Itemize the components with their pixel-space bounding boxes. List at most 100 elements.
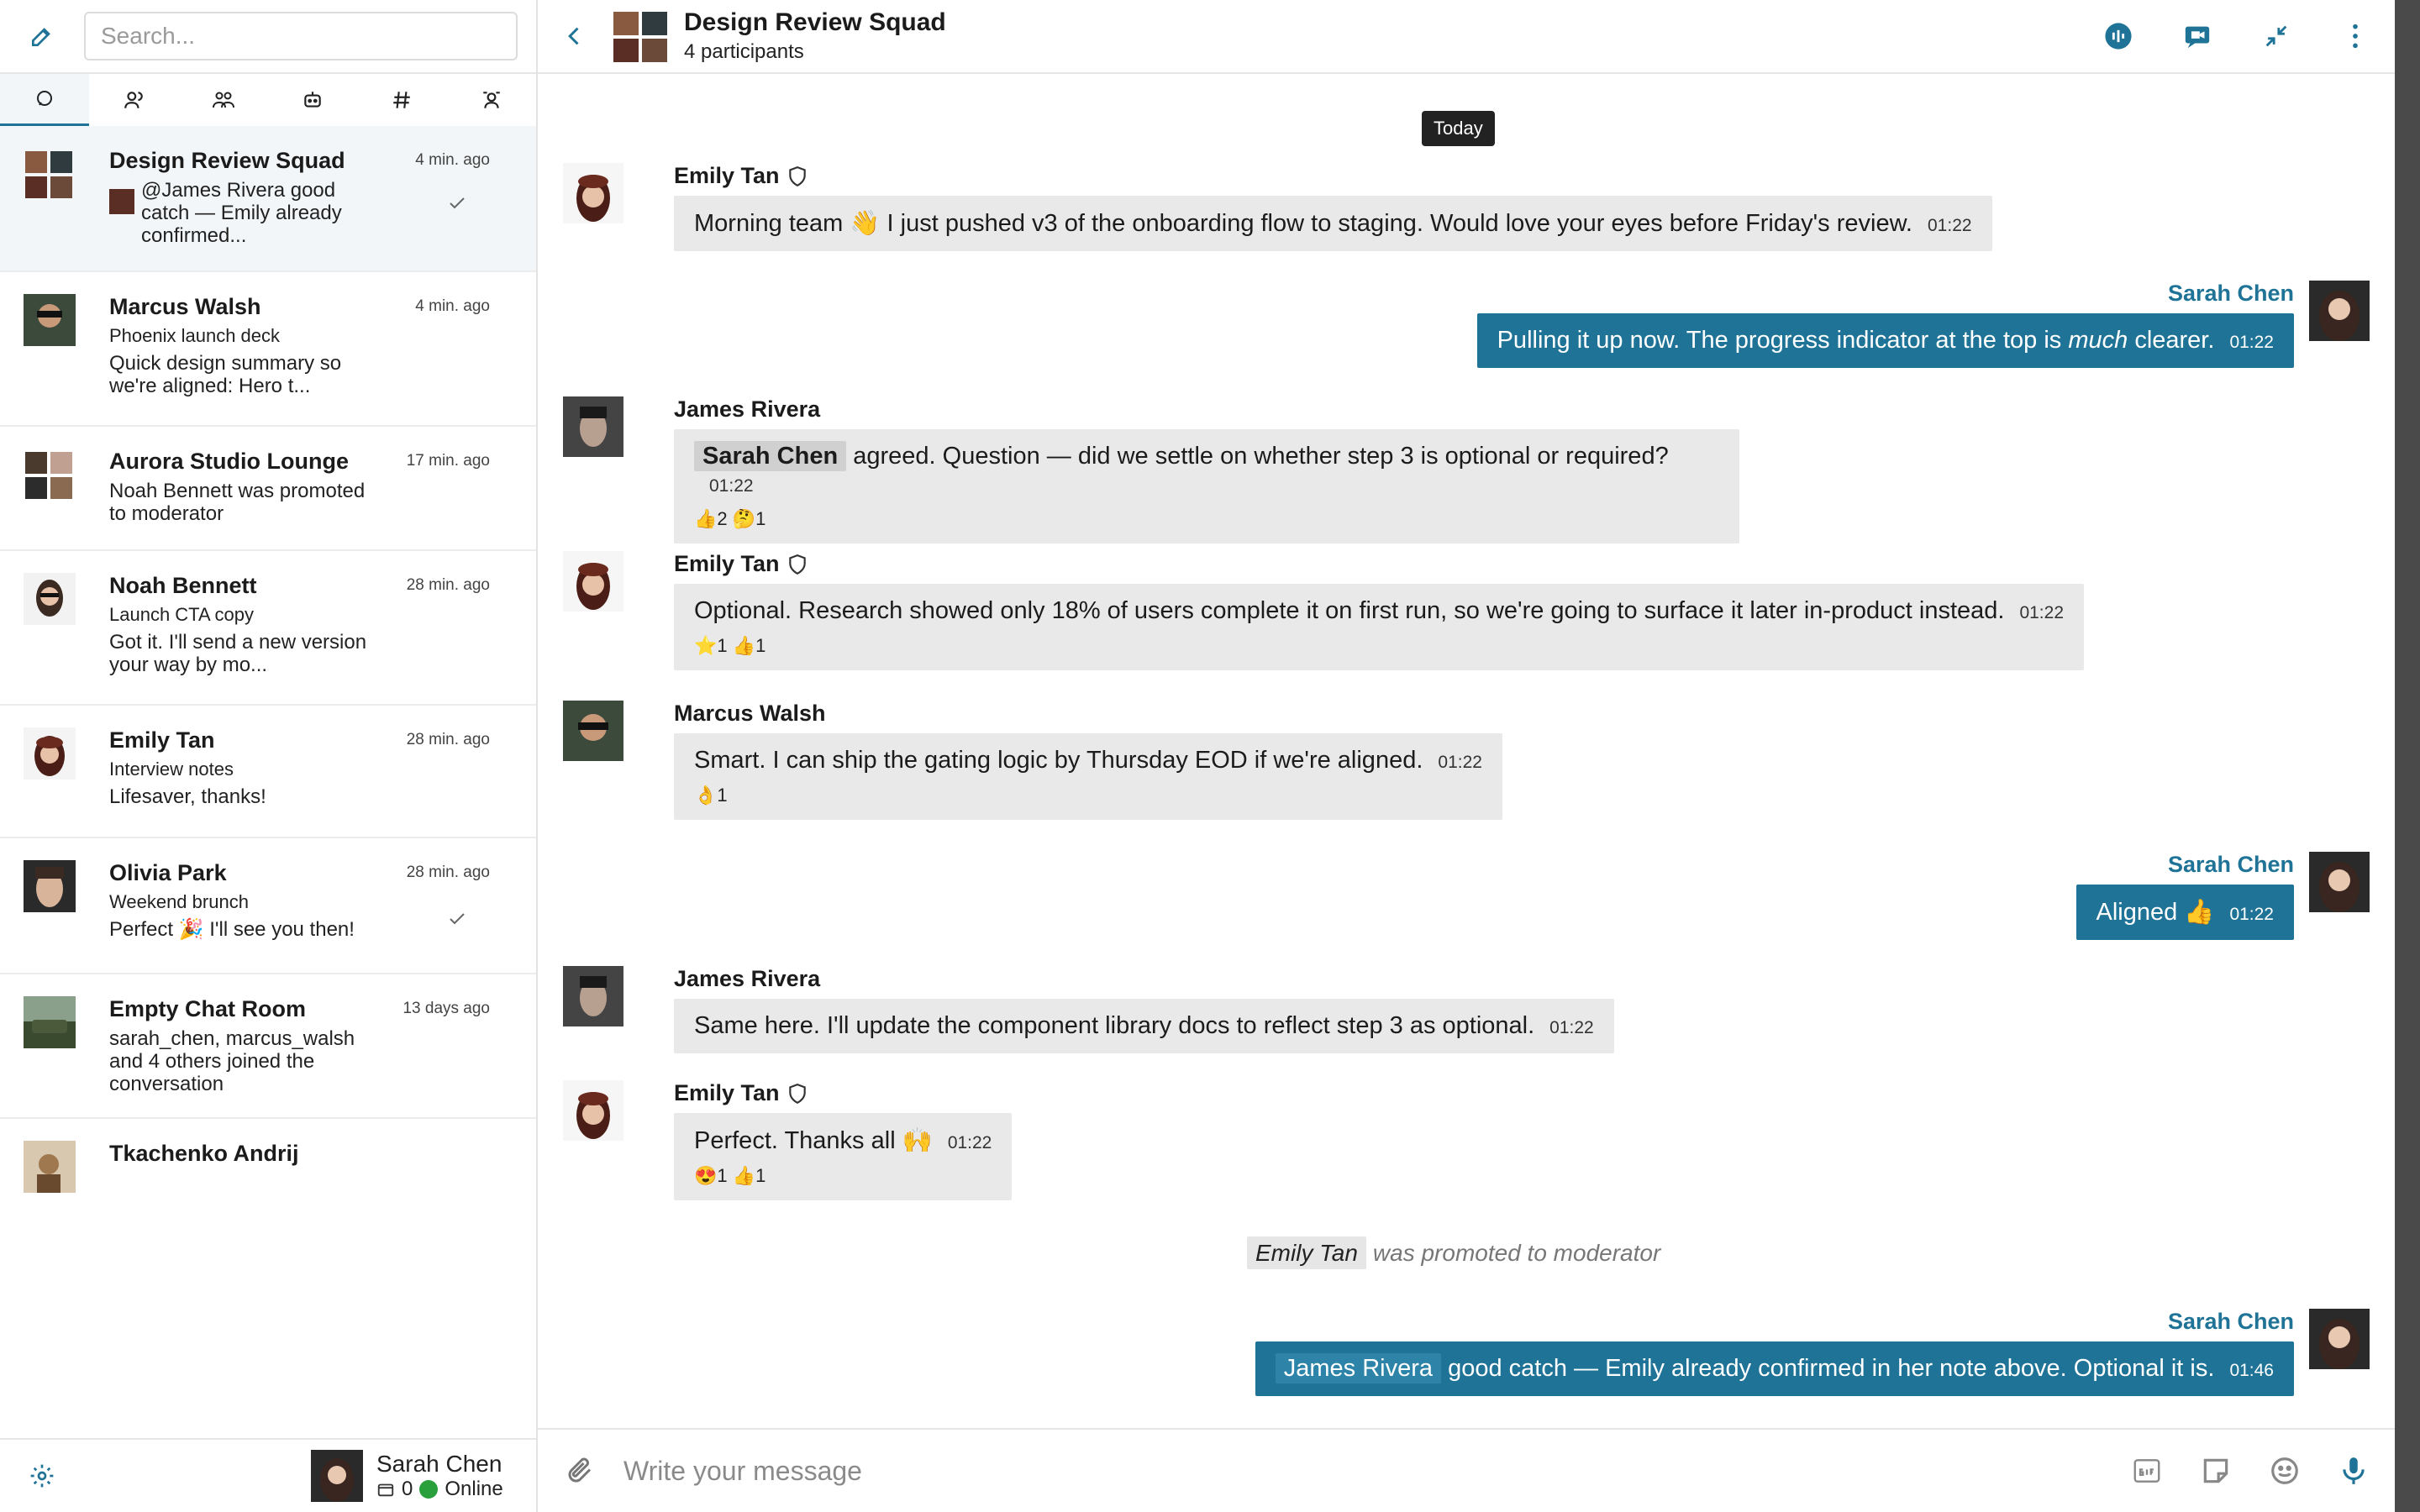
avatar — [24, 294, 76, 346]
sender-name: Marcus Walsh — [674, 701, 826, 726]
user-chip[interactable]: Emily Tan — [1247, 1236, 1366, 1269]
avatar — [563, 163, 623, 223]
conversation-preview: Noah Bennett was promoted to moderator — [109, 480, 366, 525]
sender-name: James Rivera — [674, 966, 821, 991]
user-mention[interactable]: Sarah Chen — [694, 441, 847, 471]
conversation-item[interactable]: Noah Bennett Launch CTA copy Got it. I'l… — [0, 551, 536, 706]
message-incoming: Emily Tan Morning team 👋 I just pushed v… — [563, 163, 2420, 251]
message-outgoing: Sarah Chen Aligned 👍 01:22 — [2075, 852, 2370, 940]
message-input[interactable] — [622, 1454, 2054, 1488]
group-avatar — [613, 12, 667, 62]
conversation-item[interactable]: Olivia Park Weekend brunch Perfect 🎉 I'l… — [0, 838, 536, 974]
avatar — [24, 996, 76, 1048]
message-bubble[interactable]: Optional. Research showed only 18% of us… — [674, 584, 2085, 670]
conversation-item[interactable]: Emily Tan Interview notes Lifesaver, tha… — [0, 706, 536, 838]
conversation-subtitle: Phoenix launch deck — [109, 325, 281, 346]
message-bubble[interactable]: Same here. I'll update the component lib… — [674, 999, 1614, 1053]
more-menu-icon[interactable] — [2341, 22, 2370, 50]
message-bubble[interactable]: Perfect. Thanks all 🙌 01:22 😍1 👍1 — [674, 1113, 1013, 1200]
sidebar-footer: Sarah Chen 0 Online — [0, 1438, 536, 1512]
message-time: 01:22 — [1928, 216, 1972, 235]
message-time: 01:22 — [2229, 333, 2274, 352]
settings-button[interactable] — [0, 1462, 84, 1489]
avatar — [24, 860, 76, 912]
avatar — [563, 701, 623, 761]
message-text: Smart. I can ship the gating logic by Th… — [694, 747, 1423, 774]
conversation-preview: Quick design summary so we're aligned: H… — [109, 352, 342, 397]
conversation-preview: Perfect 🎉 I'll see you then! — [109, 918, 355, 941]
conversation-preview: Lifesaver, thanks! — [109, 785, 266, 808]
group-avatar — [24, 148, 76, 200]
message-text: agreed. Question — did we settle on whet… — [846, 443, 1669, 470]
user-icon — [124, 92, 144, 108]
message-bubble[interactable]: Pulling it up now. The progress indicato… — [1476, 313, 2294, 368]
group-icon — [212, 92, 234, 108]
microphone-icon[interactable] — [2338, 1455, 2370, 1487]
system-notice: Emily Tan was promoted to moderator — [1247, 1236, 1661, 1269]
message-time: 01:46 — [2229, 1361, 2274, 1380]
message-incoming: James Rivera Sarah Chen agreed. Question… — [563, 396, 1739, 543]
conversation-item[interactable]: Aurora Studio Lounge Noah Bennett was pr… — [0, 427, 536, 551]
attach-button[interactable] — [538, 1456, 622, 1486]
message-time: 01:22 — [2229, 905, 2274, 924]
current-user[interactable]: Sarah Chen 0 Online — [311, 1450, 503, 1502]
tab-all-chats[interactable] — [0, 74, 90, 126]
message-time: 01:22 — [2019, 603, 2065, 622]
message-list: Today Emily Tan Morning team 👋 I just pu… — [538, 74, 2395, 1428]
video-call-icon[interactable] — [2183, 22, 2212, 50]
tab-groups[interactable] — [179, 74, 268, 126]
conversation-item[interactable]: Empty Chat Room sarah_chen, marcus_walsh… — [0, 974, 536, 1119]
system-text: was promoted to moderator — [1372, 1240, 1661, 1266]
gif-icon[interactable] — [2131, 1455, 2163, 1487]
message-reactions[interactable]: 👍2 🤔1 — [694, 508, 1719, 530]
read-check-icon — [450, 913, 465, 925]
user-mention[interactable]: James Rivera — [1275, 1353, 1442, 1383]
conversation-item[interactable]: Tkachenko Andrij — [0, 1119, 536, 1220]
search-input[interactable] — [84, 12, 518, 60]
message-time: 01:22 — [1549, 1018, 1594, 1037]
avatar — [563, 1080, 623, 1141]
message-reactions[interactable]: 😍1 👍1 — [694, 1165, 992, 1187]
message-reactions[interactable]: 👌1 — [694, 785, 1482, 806]
message-bubble[interactable]: Sarah Chen agreed. Question — did we set… — [674, 429, 1739, 543]
tab-people[interactable] — [89, 74, 178, 126]
app-window: Design Review Squad @James Rivera good c… — [0, 0, 2395, 1512]
avatar — [2309, 1309, 2370, 1369]
message-outgoing: Sarah Chen Pulling it up now. The progre… — [1476, 281, 2370, 368]
tab-contacts[interactable] — [447, 74, 536, 126]
message-reactions[interactable]: ⭐1 👍1 — [694, 635, 2064, 657]
tab-channels[interactable] — [357, 74, 446, 126]
tab-bots[interactable] — [268, 74, 357, 126]
moderator-shield-icon — [788, 554, 806, 575]
message-bubble[interactable]: James Rivera good catch — Emily already … — [1255, 1341, 2294, 1396]
back-button[interactable] — [555, 24, 595, 48]
balance-count: 0 — [402, 1478, 413, 1500]
contacts-icon — [483, 92, 500, 108]
audio-call-icon[interactable] — [2104, 22, 2133, 50]
conversation-time: 28 min. ago — [406, 864, 490, 881]
avatar — [2309, 852, 2370, 912]
conversation-time: 13 days ago — [402, 1000, 490, 1017]
message-bubble[interactable]: Smart. I can ship the gating logic by Th… — [674, 733, 1502, 820]
avatar — [563, 551, 623, 612]
sender-name: Sarah Chen — [2167, 1309, 2294, 1334]
avatar — [311, 1450, 363, 1502]
message-bubble[interactable]: Morning team 👋 I just pushed v3 of the o… — [674, 196, 1992, 251]
emoji-icon[interactable] — [2269, 1455, 2301, 1487]
new-conversation-button[interactable] — [0, 0, 84, 72]
avatar — [24, 573, 76, 625]
sender-name: Emily Tan — [674, 1080, 780, 1105]
conversation-preview: @James Rivera good catch — Emily already… — [141, 179, 342, 247]
conversation-item[interactable]: Marcus Walsh Phoenix launch deck Quick d… — [0, 272, 536, 427]
message-text: Same here. I'll update the component lib… — [694, 1012, 1535, 1039]
wallet-icon — [377, 1483, 394, 1497]
avatar — [2309, 281, 2370, 341]
read-check-icon — [450, 197, 465, 209]
conversation-time: 28 min. ago — [406, 731, 490, 748]
message-bubble[interactable]: Aligned 👍 01:22 — [2075, 885, 2294, 940]
minimize-icon[interactable] — [2262, 22, 2291, 50]
conversation-item[interactable]: Design Review Squad @James Rivera good c… — [0, 126, 536, 272]
message-time: 01:22 — [1438, 753, 1482, 772]
sticker-icon[interactable] — [2200, 1455, 2232, 1487]
avatar — [563, 396, 623, 457]
